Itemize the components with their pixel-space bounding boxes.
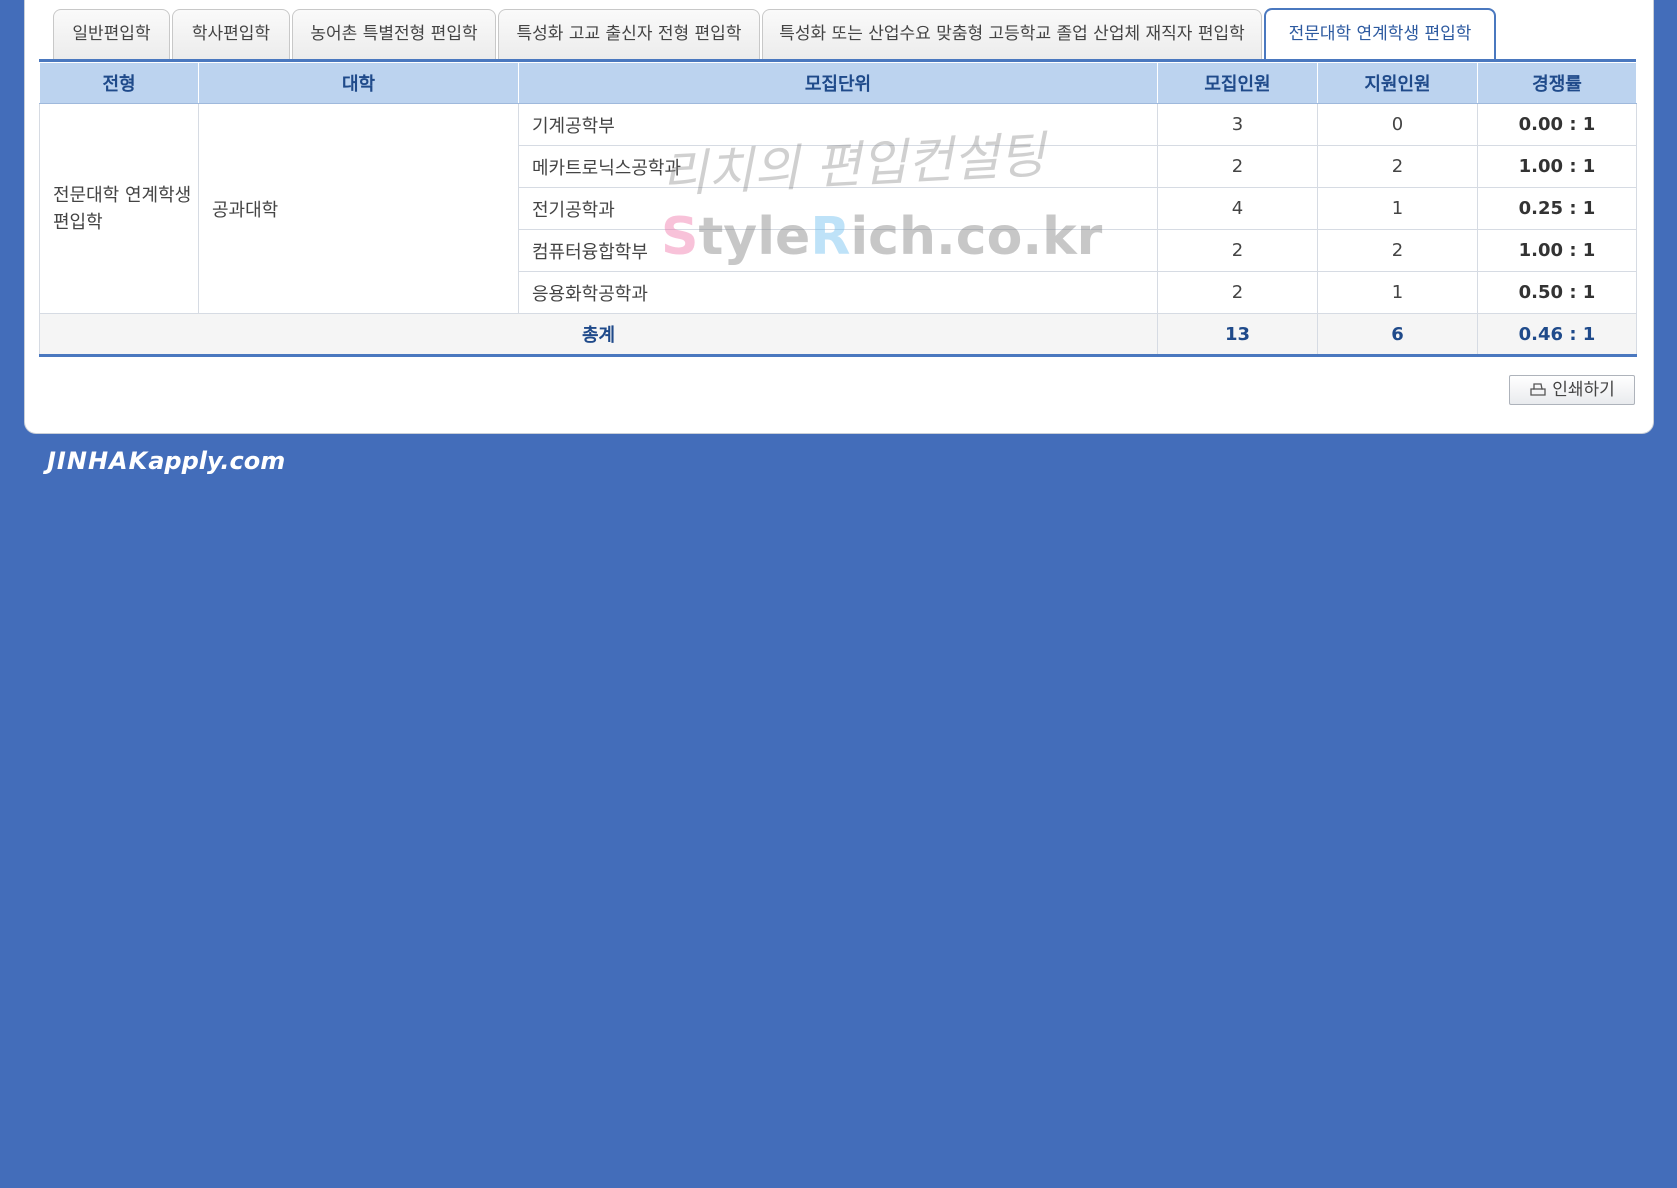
total-applicants: 6 bbox=[1317, 313, 1478, 357]
unit-cell: 응용화학공학과 bbox=[518, 271, 1158, 314]
applicants-cell: 1 bbox=[1317, 187, 1478, 230]
unit-cell: 메카트로닉스공학과 bbox=[518, 145, 1158, 188]
print-icon bbox=[1529, 378, 1547, 396]
ratio-cell: 0.00 : 1 bbox=[1477, 103, 1637, 146]
header-type: 전형 bbox=[39, 62, 199, 104]
college-cell: 공과대학 bbox=[198, 103, 519, 314]
jinhakapply-logo: JINHAKapply.com bbox=[47, 447, 285, 475]
unit-cell: 컴퓨터융합학부 bbox=[518, 229, 1158, 272]
logo-suffix: apply.com bbox=[148, 447, 286, 475]
quota-cell: 2 bbox=[1157, 229, 1318, 272]
header-college: 대학 bbox=[198, 62, 519, 104]
tab-general-transfer[interactable]: 일반편입학 bbox=[53, 9, 170, 59]
header-applicants: 지원인원 bbox=[1317, 62, 1478, 104]
tab-rural-special-transfer[interactable]: 농어촌 특별전형 편입학 bbox=[292, 9, 496, 59]
applicants-cell: 2 bbox=[1317, 145, 1478, 188]
total-row: 총계 13 6 0.46 : 1 bbox=[39, 313, 1637, 357]
unit-cell: 기계공학부 bbox=[518, 103, 1158, 146]
header-quota: 모집인원 bbox=[1157, 62, 1318, 104]
tab-bar: 일반편입학 학사편입학 농어촌 특별전형 편입학 특성화 고교 출신자 전형 편… bbox=[53, 8, 1653, 60]
quota-cell: 4 bbox=[1157, 187, 1318, 230]
print-button[interactable]: 인쇄하기 bbox=[1509, 375, 1635, 405]
applicants-cell: 1 bbox=[1317, 271, 1478, 314]
table-header-row: 전형 대학 모집단위 모집인원 지원인원 경쟁률 bbox=[39, 62, 1637, 104]
applicants-cell: 0 bbox=[1317, 103, 1478, 146]
quota-cell: 2 bbox=[1157, 145, 1318, 188]
logo-brand: JINHAK bbox=[47, 447, 149, 475]
tab-industry-worker-transfer[interactable]: 특성화 또는 산업수요 맞춤형 고등학교 졸업 산업체 재직자 편입학 bbox=[762, 9, 1262, 59]
header-ratio: 경쟁률 bbox=[1477, 62, 1637, 104]
quota-cell: 2 bbox=[1157, 271, 1318, 314]
tab-bachelor-transfer[interactable]: 학사편입학 bbox=[172, 9, 290, 59]
table-row: 전문대학 연계학생 편입학 공과대학 기계공학부 3 0 0.00 : 1 bbox=[39, 103, 1637, 314]
tab-specialized-highschool-transfer[interactable]: 특성화 고교 출신자 전형 편입학 bbox=[498, 9, 760, 59]
print-button-label: 인쇄하기 bbox=[1552, 380, 1615, 400]
competition-rate-table: 전형 대학 모집단위 모집인원 지원인원 경쟁률 전문대학 연계학생 편입학 공… bbox=[39, 62, 1637, 357]
admission-type-cell: 전문대학 연계학생 편입학 bbox=[39, 103, 199, 314]
content-panel: 일반편입학 학사편입학 농어촌 특별전형 편입학 특성화 고교 출신자 전형 편… bbox=[24, 0, 1654, 434]
unit-cell: 전기공학과 bbox=[518, 187, 1158, 230]
tab-junior-college-linked-transfer[interactable]: 전문대학 연계학생 편입학 bbox=[1264, 8, 1496, 60]
applicants-cell: 2 bbox=[1317, 229, 1478, 272]
ratio-cell: 0.25 : 1 bbox=[1477, 187, 1637, 230]
header-unit: 모집단위 bbox=[518, 62, 1158, 104]
quota-cell: 3 bbox=[1157, 103, 1318, 146]
total-label: 총계 bbox=[39, 313, 1158, 357]
ratio-cell: 0.50 : 1 bbox=[1477, 271, 1637, 314]
ratio-cell: 1.00 : 1 bbox=[1477, 145, 1637, 188]
ratio-cell: 1.00 : 1 bbox=[1477, 229, 1637, 272]
total-quota: 13 bbox=[1157, 313, 1318, 357]
total-ratio: 0.46 : 1 bbox=[1477, 313, 1637, 357]
